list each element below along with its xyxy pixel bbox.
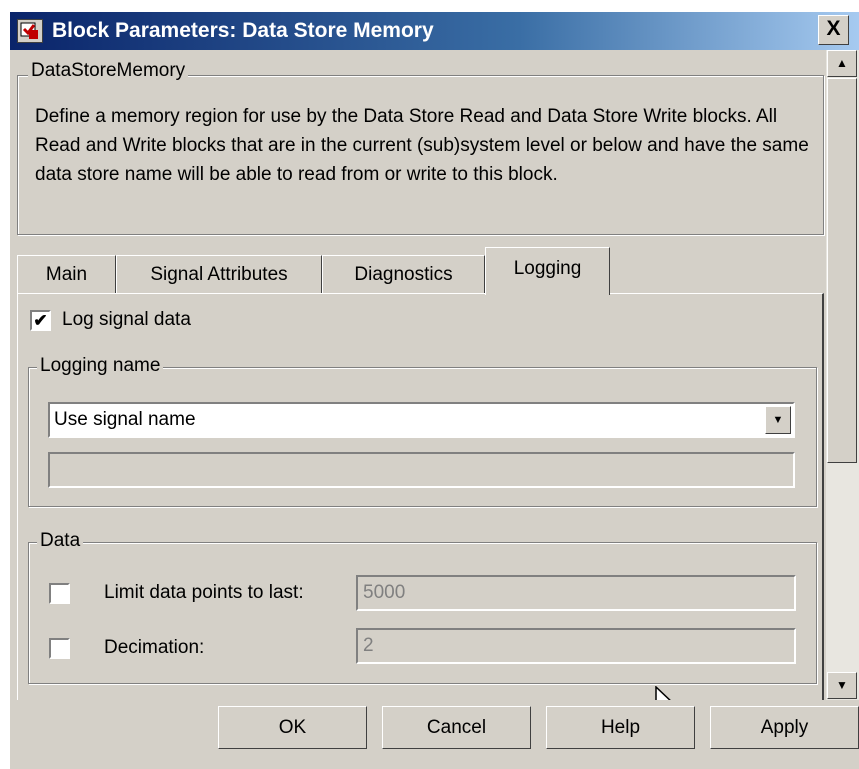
tab-logging[interactable]: Logging <box>485 247 610 295</box>
limit-data-points-label: Limit data points to last: <box>104 582 304 603</box>
tab-main-label: Main <box>45 264 88 285</box>
limit-data-points-checkbox[interactable] <box>49 583 70 604</box>
limit-data-points-field[interactable]: 5000 <box>356 575 796 611</box>
tab-logging-label: Logging <box>513 258 582 279</box>
scroll-up-arrow-icon[interactable]: ▲ <box>827 50 857 77</box>
tab-diagnostics[interactable]: Diagnostics <box>322 255 485 293</box>
log-signal-data-label: Log signal data <box>62 309 191 330</box>
dialog-client-area: DataStoreMemory Define a memory region f… <box>10 50 859 769</box>
block-parameters-dialog: Block Parameters: Data Store Memory X Da… <box>0 0 859 769</box>
data-group-label: Data <box>37 530 84 552</box>
block-type-label: DataStoreMemory <box>28 60 189 82</box>
chevron-down-icon[interactable]: ▼ <box>765 406 791 434</box>
close-button[interactable]: X <box>818 15 849 45</box>
tab-diagnostics-label: Diagnostics <box>354 264 453 285</box>
checkmark-icon: ✔ <box>33 311 48 330</box>
block-description: Define a memory region for use by the Da… <box>35 106 809 185</box>
simulink-block-icon <box>17 19 43 43</box>
title-bar[interactable]: Block Parameters: Data Store Memory <box>10 12 859 50</box>
tab-signal-attributes-label: Signal Attributes <box>150 264 288 285</box>
logging-name-group-label: Logging name <box>37 355 164 377</box>
logging-name-selected-value: Use signal name <box>54 409 196 430</box>
window-title: Block Parameters: Data Store Memory <box>52 19 434 42</box>
parameters-scroll-area: DataStoreMemory Define a memory region f… <box>10 50 826 700</box>
ok-button[interactable]: OK <box>218 706 367 749</box>
close-icon: X <box>826 17 841 40</box>
mouse-cursor-icon <box>655 686 671 700</box>
decimation-checkbox[interactable] <box>49 638 70 659</box>
decimation-label: Decimation: <box>104 637 205 658</box>
tab-signal-attributes[interactable]: Signal Attributes <box>116 255 322 293</box>
decimation-field[interactable]: 2 <box>356 628 796 664</box>
cancel-button[interactable]: Cancel <box>382 706 531 749</box>
tab-main[interactable]: Main <box>17 255 116 293</box>
scroll-down-arrow-icon[interactable]: ▼ <box>827 672 857 699</box>
apply-button[interactable]: Apply <box>710 706 859 749</box>
scroll-thumb[interactable] <box>827 78 857 463</box>
log-signal-data-checkbox[interactable]: ✔ <box>30 310 51 331</box>
vertical-scrollbar[interactable]: ▲ ▼ <box>826 50 859 700</box>
help-button[interactable]: Help <box>546 706 695 749</box>
custom-logging-name-field[interactable] <box>48 452 795 488</box>
logging-name-select[interactable]: Use signal name ▼ <box>48 402 795 438</box>
